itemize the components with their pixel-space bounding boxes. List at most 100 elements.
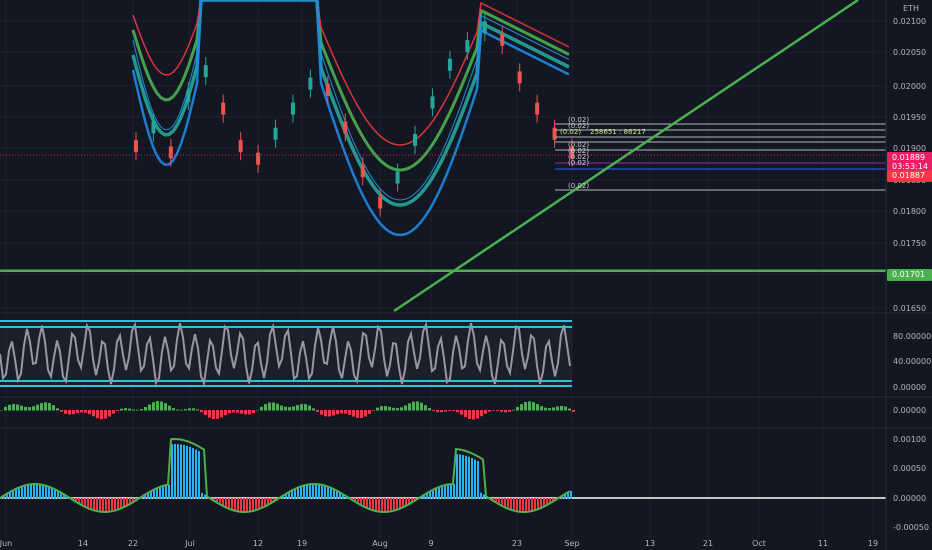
- candle-body: [395, 171, 400, 184]
- osc3-bar: [150, 491, 152, 499]
- osc2-bar: [228, 410, 231, 414]
- osc3-bar: [24, 485, 26, 499]
- osc2-bar: [84, 410, 87, 413]
- osc2-bar: [344, 410, 347, 414]
- osc3-bar: [12, 490, 14, 499]
- osc3-bar: [312, 484, 314, 499]
- osc3-bar: [303, 485, 305, 499]
- osc3-bar: [510, 498, 512, 510]
- time-tick-label: 19: [297, 539, 307, 548]
- osc2-bar: [44, 402, 47, 411]
- chart-stage[interactable]: (0.02)(0.02)(0.02) 258651 : 86217(0.02)(0…: [0, 0, 932, 550]
- osc2-bar: [444, 410, 447, 412]
- osc2-bar: [552, 407, 555, 411]
- osc3-bar: [432, 490, 434, 499]
- osc2-bar: [60, 410, 63, 412]
- support-price-badge-text: 0.01701: [892, 270, 925, 279]
- osc2-bar: [412, 401, 415, 411]
- osc2-bar: [296, 405, 299, 411]
- osc3-bar: [99, 498, 101, 513]
- osc3-bar: [315, 484, 317, 499]
- candle-body: [203, 65, 208, 78]
- price-tick-label: 0.01650: [893, 304, 926, 313]
- time-tick-label: 22: [128, 539, 138, 548]
- price-tick-label: 0.02100: [893, 17, 926, 26]
- osc3-bar: [171, 444, 173, 499]
- osc2-bar: [500, 410, 503, 412]
- osc3-bar: [369, 498, 371, 510]
- price-tick-label: 0.01950: [893, 113, 926, 122]
- time-tick-label: Sep: [564, 539, 579, 548]
- osc2-bar: [72, 410, 75, 415]
- osc3-bar: [36, 484, 38, 499]
- osc2-bar: [436, 410, 439, 413]
- osc3-bar: [21, 486, 23, 499]
- candle-body: [447, 58, 452, 71]
- osc3-tick-label: -0.00050: [893, 523, 929, 532]
- osc3-bar: [531, 498, 533, 512]
- candle-body: [238, 140, 243, 153]
- osc2-bar: [352, 410, 355, 417]
- osc2-bar: [124, 408, 127, 411]
- osc3-bar: [252, 498, 254, 512]
- time-tick-label: 23: [512, 539, 522, 548]
- osc3-bar: [237, 498, 239, 512]
- osc2-bar: [276, 403, 279, 411]
- osc2-bar: [540, 406, 543, 411]
- osc3-bar: [525, 498, 527, 513]
- osc2-bar: [120, 408, 123, 411]
- candle-body: [343, 121, 348, 134]
- osc2-bar: [260, 406, 263, 411]
- osc2-bar: [548, 408, 551, 411]
- osc2-bar: [488, 410, 491, 412]
- osc1-tick-label: 0.00000: [893, 383, 926, 392]
- currency-label: ETH: [903, 4, 919, 13]
- osc2-bar: [380, 406, 383, 411]
- osc3-bar: [162, 486, 164, 499]
- osc3-bar: [441, 486, 443, 499]
- candle-body: [517, 71, 522, 84]
- osc3-bar: [96, 498, 98, 512]
- osc2-bar: [312, 408, 315, 411]
- candle-body: [290, 102, 295, 115]
- osc2-tick-label: 0.00000: [893, 406, 926, 415]
- osc2-bar: [464, 410, 467, 418]
- osc2-bar: [480, 410, 483, 417]
- osc2-bar: [340, 410, 343, 414]
- osc3-bar: [309, 484, 311, 499]
- osc2-bar: [200, 410, 203, 413]
- osc3-bar: [228, 498, 230, 509]
- osc2-bar: [336, 410, 339, 415]
- osc2-bar: [572, 410, 575, 412]
- osc2-bar: [372, 410, 375, 411]
- osc2-bar: [492, 410, 495, 411]
- osc2-bar: [424, 405, 427, 411]
- osc2-bar: [172, 408, 175, 411]
- osc2-bar: [280, 405, 283, 411]
- osc3-bar: [471, 457, 473, 499]
- osc2-bar: [428, 408, 431, 411]
- osc3-bar: [45, 485, 47, 499]
- osc2-bar: [288, 407, 291, 411]
- osc2-bar: [524, 402, 527, 411]
- candle-body: [308, 77, 313, 90]
- osc3-bar: [372, 498, 374, 511]
- osc3-bar: [513, 498, 515, 511]
- osc2-bar: [448, 410, 451, 411]
- osc3-bar: [384, 498, 386, 513]
- osc3-bar: [15, 489, 17, 499]
- candle-body: [552, 127, 557, 140]
- osc2-bar: [420, 402, 423, 411]
- level-annotation: (0.02): [560, 128, 581, 136]
- osc2-bar: [472, 410, 475, 420]
- osc2-bar: [28, 407, 31, 411]
- support-price-badge: 0.01701: [887, 269, 932, 281]
- osc2-bar: [320, 410, 323, 415]
- osc2-bar: [332, 410, 335, 416]
- osc2-bar: [112, 410, 115, 414]
- osc2-bar: [512, 409, 515, 411]
- osc2-bar: [508, 410, 511, 412]
- osc2-bar: [176, 409, 179, 411]
- osc3-bar: [33, 484, 35, 499]
- osc3-bar: [42, 484, 44, 499]
